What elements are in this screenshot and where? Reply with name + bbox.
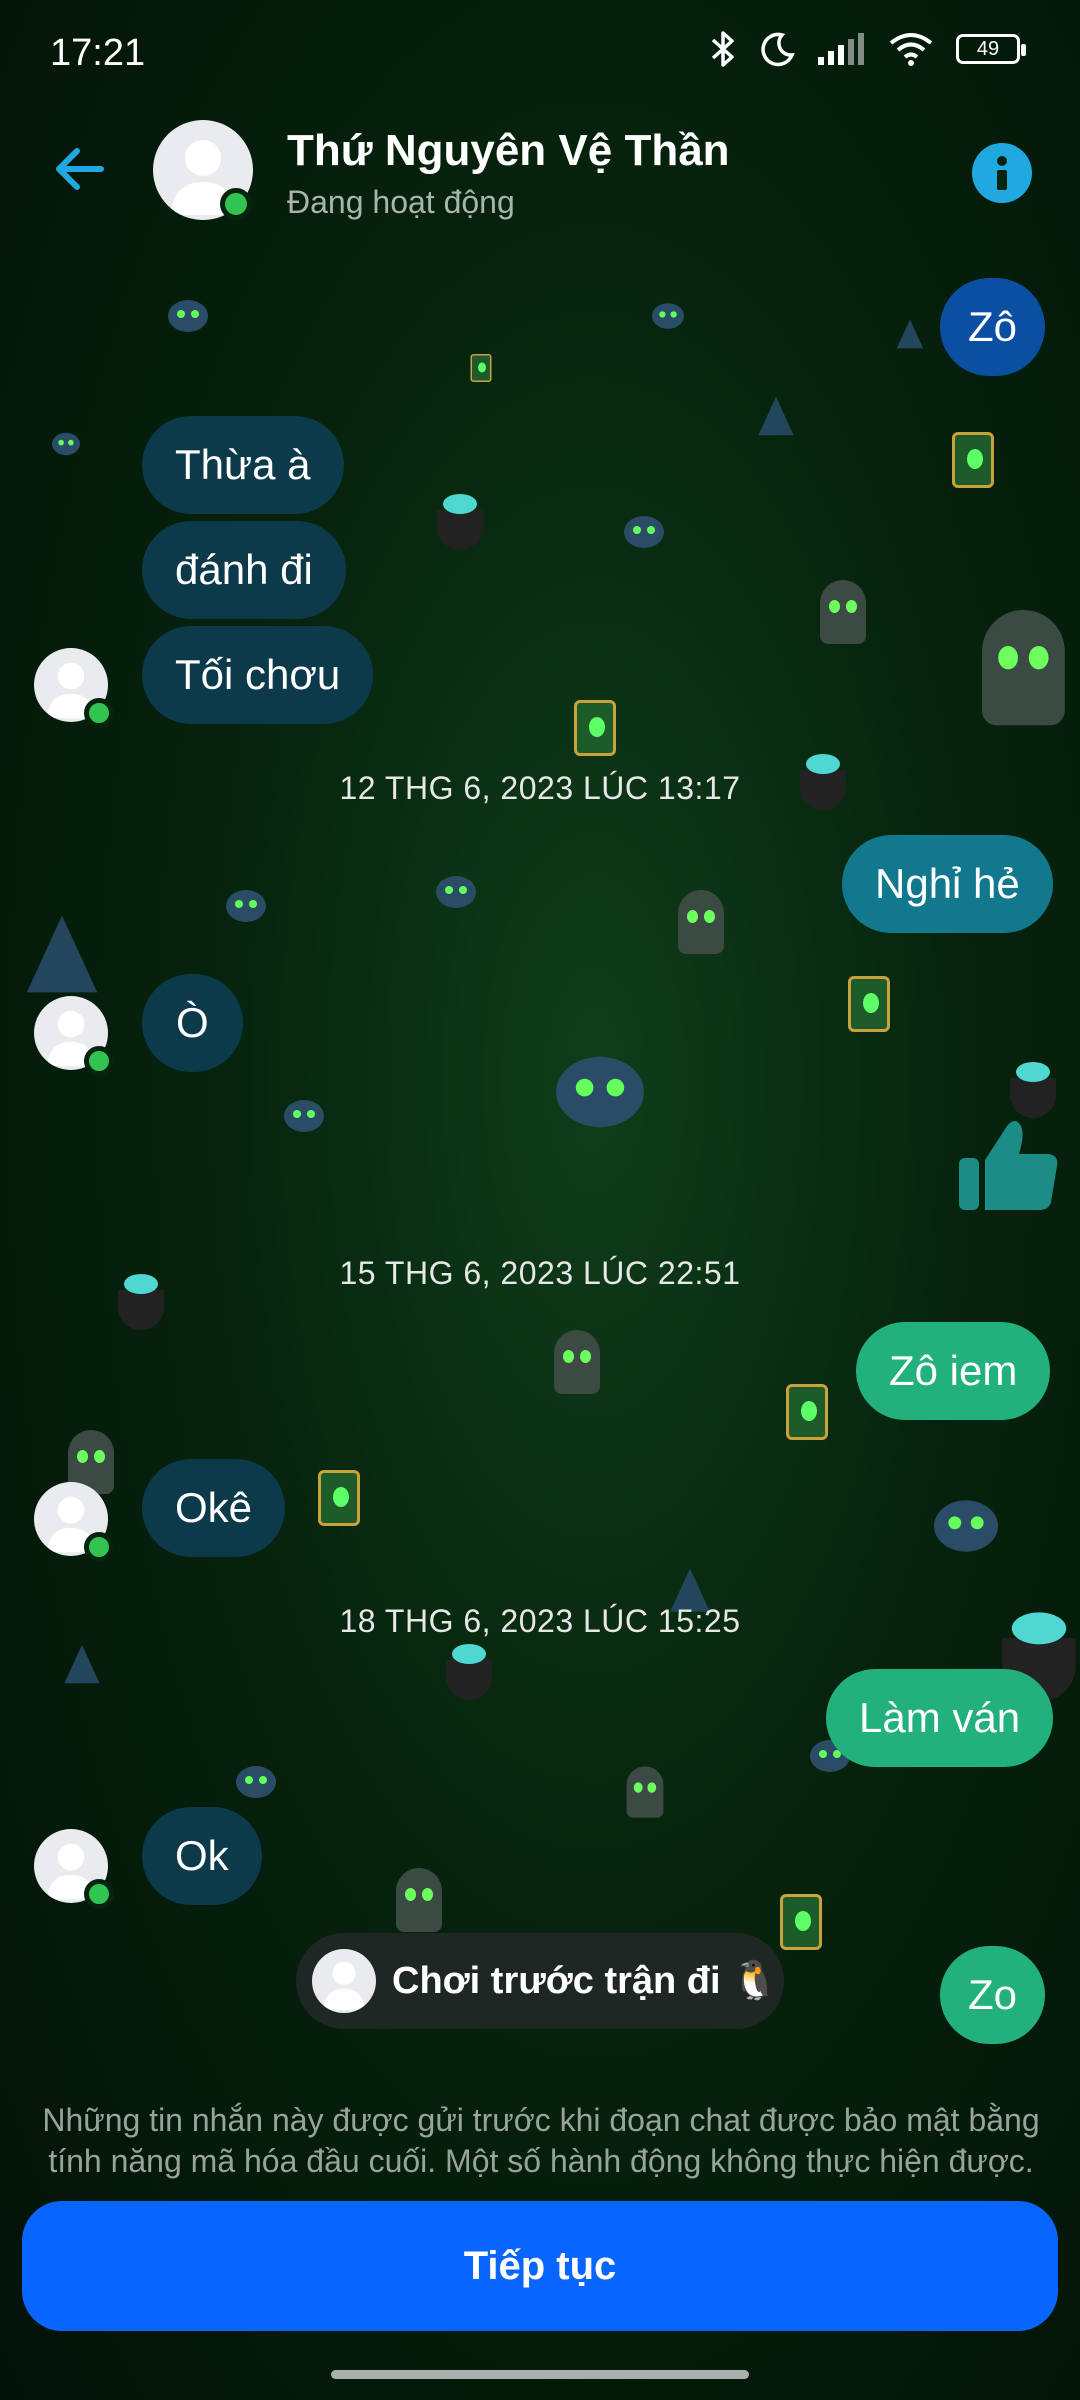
online-indicator	[84, 698, 114, 728]
ghost-decoration	[396, 1868, 442, 1932]
message-incoming[interactable]: Okê	[142, 1459, 286, 1557]
message-incoming[interactable]: Ok	[142, 1807, 262, 1905]
ghost-decoration	[554, 1330, 600, 1394]
wifi-icon	[889, 33, 933, 66]
cauldron-decoration	[437, 494, 483, 550]
online-indicator	[84, 1879, 114, 1909]
online-indicator	[220, 188, 252, 220]
spider-decoration	[624, 516, 664, 548]
bat-decoration	[934, 1500, 998, 1552]
cauldron-decoration	[446, 1644, 492, 1700]
message-incoming[interactable]: Tối chơu	[142, 626, 374, 724]
spellbook-decoration	[318, 1470, 360, 1526]
message-outgoing[interactable]: Zô iem	[856, 1322, 1051, 1420]
online-indicator	[84, 1046, 114, 1076]
message-incoming[interactable]: đánh đi	[142, 521, 346, 619]
info-icon	[997, 156, 1007, 190]
game-invite-card[interactable]: Chơi trước trận đi 🐧	[296, 1933, 784, 2029]
witch-hat-decoration	[64, 1644, 100, 1684]
battery-icon: 49	[956, 34, 1026, 64]
message-outgoing[interactable]: Zo	[940, 1946, 1046, 2044]
witch-hat-decoration	[758, 396, 794, 436]
info-button[interactable]	[972, 143, 1032, 203]
spellbook-decoration	[786, 1384, 828, 1440]
status-bar: 17:21 49	[0, 0, 1080, 110]
spider-decoration	[52, 432, 80, 456]
timestamp: 18 THG 6, 2023 LÚC 15:25	[339, 1603, 741, 1639]
spellbook-decoration	[848, 976, 890, 1032]
witch-hat-decoration	[26, 915, 98, 993]
moon-icon	[761, 32, 795, 67]
ghost-decoration	[982, 610, 1065, 726]
encryption-notice: Những tin nhắn này được gửi trước khi đo…	[42, 2102, 1040, 2179]
spider-decoration	[168, 300, 208, 332]
spellbook-decoration	[470, 354, 492, 382]
spellbook-decoration	[952, 432, 994, 488]
game-avatar	[312, 1949, 376, 2013]
like-icon[interactable]	[955, 1110, 1065, 1220]
spider-decoration	[236, 1766, 276, 1798]
message-outgoing[interactable]: Nghỉ hẻ	[842, 835, 1053, 933]
message-incoming[interactable]: Thừa à	[142, 416, 344, 514]
message-outgoing[interactable]: Zô	[940, 278, 1046, 376]
contact-name[interactable]: Thứ Nguyên Vệ Thần	[287, 126, 730, 176]
back-arrow-icon	[56, 148, 104, 190]
spider-decoration	[652, 303, 684, 329]
spider-decoration	[226, 890, 266, 922]
timestamp: 12 THG 6, 2023 LÚC 13:17	[339, 770, 741, 806]
timestamp: 15 THG 6, 2023 LÚC 22:51	[339, 1255, 741, 1291]
home-indicator[interactable]	[331, 2370, 749, 2379]
online-indicator	[84, 1532, 114, 1562]
witch-hat-decoration	[896, 319, 924, 349]
message-incoming[interactable]: Ò	[142, 974, 243, 1072]
contact-status: Đang hoạt động	[287, 184, 515, 220]
ghost-decoration	[626, 1766, 664, 1818]
spellbook-decoration	[780, 1894, 822, 1950]
spider-decoration	[436, 876, 476, 908]
cauldron-decoration	[118, 1274, 164, 1330]
chat-header: Thứ Nguyên Vệ Thần Đang hoạt động	[0, 110, 1080, 230]
ghost-decoration	[678, 890, 724, 954]
status-time: 17:21	[50, 32, 146, 74]
spider-decoration	[556, 1056, 644, 1128]
status-icons: 49	[708, 30, 1026, 68]
spider-decoration	[284, 1100, 324, 1132]
message-outgoing[interactable]: Làm ván	[826, 1669, 1054, 1767]
continue-button[interactable]: Tiếp tục	[22, 2201, 1058, 2331]
bluetooth-icon	[711, 31, 734, 67]
signal-icon	[818, 33, 864, 65]
ghost-decoration	[820, 580, 866, 644]
game-invite-text: Chơi trước trận đi 🐧	[392, 1960, 779, 2002]
back-button[interactable]	[44, 134, 114, 204]
spellbook-decoration	[574, 700, 616, 756]
